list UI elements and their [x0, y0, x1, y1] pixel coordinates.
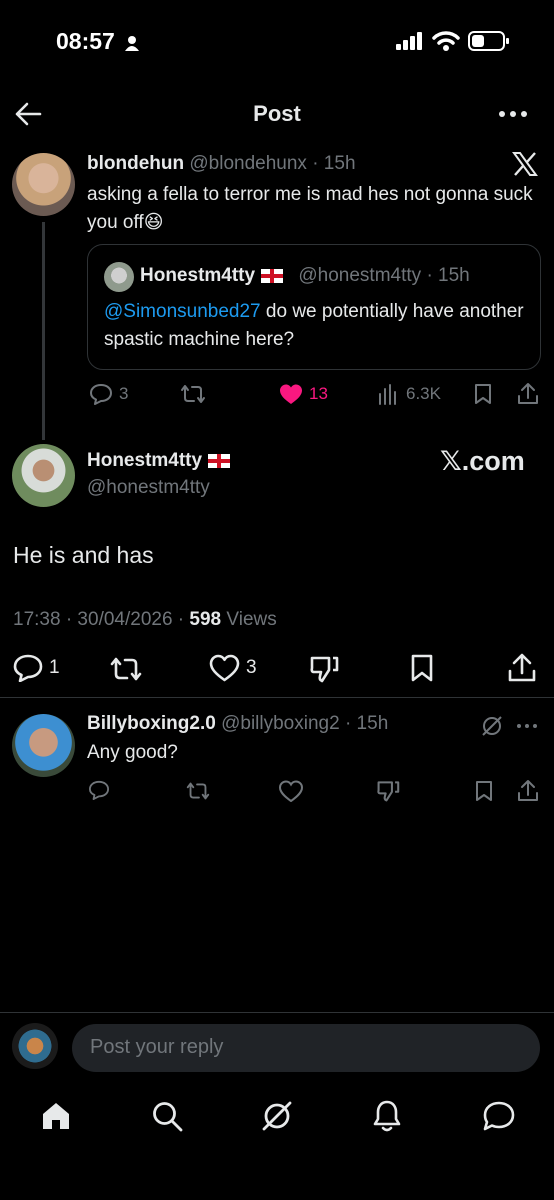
thumbs-down-icon	[377, 781, 400, 802]
avatar[interactable]	[12, 444, 75, 507]
bookmark-button[interactable]	[410, 654, 434, 682]
grok-icon[interactable]	[261, 1100, 293, 1132]
post-meta: 17:38 · 30/04/2026 · 598 Views	[13, 609, 277, 630]
post-time: · 15h	[312, 153, 356, 174]
post-header: blondehun @blondehunx · 15h	[87, 153, 356, 175]
page-title: Post	[253, 101, 301, 126]
battery-icon	[468, 31, 510, 51]
dislike-button[interactable]	[376, 780, 400, 802]
quote-author-name: Honestm4tty	[140, 265, 256, 286]
heart-icon	[279, 780, 303, 802]
author-handle[interactable]: @blondehunx	[189, 153, 307, 174]
like-button[interactable]	[279, 780, 303, 802]
reply-author-name[interactable]: Billyboxing2.0	[87, 713, 216, 734]
reply-button[interactable]: 3	[89, 383, 128, 405]
share-icon	[518, 780, 538, 801]
quote-author-handle: @honestm4tty	[298, 265, 422, 286]
repost-icon	[181, 385, 205, 403]
bookmark-button[interactable]	[473, 383, 493, 405]
bookmark-icon	[475, 384, 491, 404]
main-author-handle[interactable]: @honestm4tty	[87, 477, 210, 499]
main-author-name[interactable]: Honestm4tty	[87, 450, 231, 472]
status-time: 08:57	[56, 28, 140, 55]
bookmark-icon	[411, 654, 433, 682]
share-icon	[518, 383, 538, 404]
reply-button[interactable]: 1	[13, 654, 60, 682]
like-button[interactable]: 13	[279, 383, 328, 405]
thumbs-down-icon	[310, 656, 339, 683]
avatar[interactable]	[12, 153, 75, 216]
notifications-icon[interactable]	[372, 1099, 402, 1133]
like-button[interactable]: 3	[209, 654, 257, 682]
grok-icon[interactable]	[481, 715, 503, 737]
share-button[interactable]	[508, 653, 536, 683]
wifi-icon	[432, 30, 460, 52]
more-icon[interactable]	[498, 109, 528, 119]
heart-filled-icon	[280, 384, 302, 404]
share-button[interactable]	[517, 779, 539, 803]
bookmark-icon	[476, 781, 492, 801]
quote-avatar	[104, 262, 134, 292]
thread-line	[42, 222, 45, 440]
reply-time: · 15h	[344, 713, 389, 734]
signal-icon	[396, 32, 424, 50]
bookmark-button[interactable]	[474, 780, 494, 802]
reply-text: Any good?	[87, 742, 178, 763]
views-icon	[379, 384, 396, 405]
quote-text: @Simonsunbed27 do we potentially have an…	[104, 301, 524, 350]
reply-button[interactable]	[88, 780, 110, 800]
reply-header: Billyboxing2.0 @billyboxing2 · 15h	[87, 713, 388, 735]
quote-time: · 15h	[426, 265, 470, 286]
views-button[interactable]: 6.3K	[378, 383, 441, 405]
reply-icon	[89, 780, 109, 800]
heart-icon	[209, 654, 240, 682]
england-flag-icon	[261, 268, 284, 283]
quote-header: Honestm4tty @honestm4tty · 15h	[140, 265, 470, 287]
repost-icon	[110, 657, 142, 681]
avatar[interactable]	[12, 714, 75, 777]
author-name[interactable]: blondehun	[87, 153, 184, 174]
reply-author-handle[interactable]: @billyboxing2	[221, 713, 340, 734]
post-text: asking a fella to terror me is mad hes n…	[87, 184, 533, 233]
divider	[0, 697, 554, 698]
divider	[0, 1012, 554, 1013]
share-button[interactable]	[517, 382, 539, 406]
repost-button[interactable]	[178, 384, 208, 404]
search-icon[interactable]	[151, 1100, 183, 1132]
repost-icon	[186, 782, 210, 800]
reply-input[interactable]: Post your reply	[72, 1024, 540, 1072]
x-logo-icon	[512, 152, 538, 176]
repost-button[interactable]	[184, 781, 212, 801]
share-icon	[508, 653, 536, 682]
xcom-watermark: 𝕏.com	[440, 446, 525, 476]
reply-icon	[13, 654, 43, 682]
person-icon	[125, 35, 140, 51]
dislike-button[interactable]	[309, 655, 339, 683]
repost-button[interactable]	[108, 656, 144, 682]
mention-link[interactable]: @Simonsunbed27	[104, 301, 261, 322]
user-avatar[interactable]	[12, 1023, 58, 1069]
more-icon[interactable]	[516, 723, 538, 729]
main-post-text: He is and has	[13, 542, 154, 568]
views-count: 598	[189, 609, 222, 630]
home-icon[interactable]	[40, 1101, 72, 1131]
england-flag-icon	[208, 453, 231, 468]
reply-icon	[90, 384, 112, 405]
messages-icon[interactable]	[482, 1100, 516, 1132]
